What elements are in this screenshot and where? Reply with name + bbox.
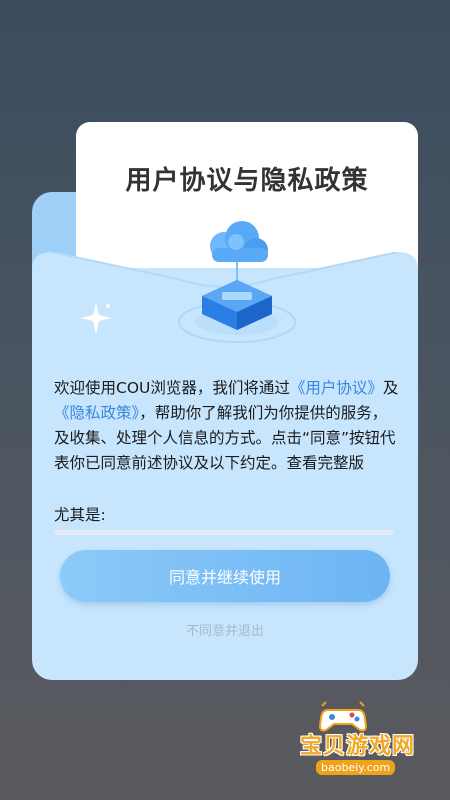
watermark-logo-text: 宝贝游戏网 — [300, 734, 416, 759]
text-and: 及 — [382, 379, 399, 397]
watermark-url: baobeiy.com — [316, 760, 396, 775]
dialog-title: 用户协议与隐私政策 — [125, 166, 369, 196]
agree-button[interactable]: 同意并继续使用 — [60, 550, 390, 602]
cloud-server-icon — [178, 221, 296, 343]
agreement-text: 欢迎使用COU浏览器，我们将通过《用户协议》及《隐私政策》，帮助你了解我们为你提… — [54, 376, 400, 476]
text-intro: 欢迎使用COU浏览器，我们将通过 — [54, 379, 290, 397]
user-agreement-link[interactable]: 《用户协议》 — [290, 379, 383, 397]
decline-link[interactable]: 不同意并退出 — [32, 620, 418, 639]
privacy-policy-link[interactable]: 《隐私政策》 — [54, 404, 139, 422]
watermark: 宝贝游戏网 baobeiy.com — [272, 700, 422, 780]
scroll-indicator — [54, 530, 394, 535]
agreement-dialog: 用户协议与隐私政策 欢迎使用COU浏览器，我们将通过《用户协议》及《隐私政策》，… — [32, 122, 418, 680]
special-note: 尤其是: — [54, 506, 106, 524]
sparkle-icon — [80, 302, 112, 334]
